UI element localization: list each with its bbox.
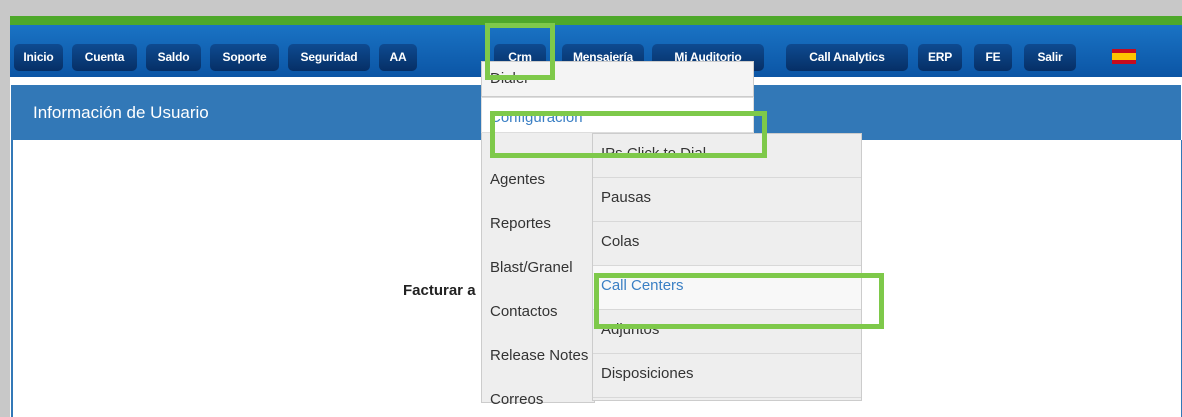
submenu-item-colas[interactable]: Colas xyxy=(593,222,861,266)
menu-item-reportes[interactable]: Reportes xyxy=(482,202,594,238)
menu-item-blast-granel[interactable]: Blast/Granel xyxy=(482,246,594,282)
nav-saldo-button[interactable]: Saldo xyxy=(146,44,201,71)
top-green-strip xyxy=(10,16,1182,25)
submenu-item-adjuntos[interactable]: Adjuntos xyxy=(593,310,861,354)
menu-item-correos[interactable]: Correos xyxy=(482,378,594,414)
menu-item-release-notes[interactable]: Release Notes xyxy=(482,334,594,370)
nav-seguridad-button[interactable]: Seguridad xyxy=(288,44,370,71)
nav-aa-button[interactable]: AA xyxy=(379,44,417,71)
menu-item-agentes[interactable]: Agentes xyxy=(482,158,594,194)
nav-inicio-button[interactable]: Inicio xyxy=(14,44,63,71)
nav-call-analytics-button[interactable]: Call Analytics xyxy=(786,44,908,71)
configuracion-submenu: IPs Click to Dial Pausas Colas Call Cent… xyxy=(592,133,862,401)
nav-erp-button[interactable]: ERP xyxy=(918,44,962,71)
menu-item-configuracion[interactable]: Configuración xyxy=(481,97,754,133)
menu-item-dialer[interactable]: Dialer xyxy=(481,61,754,97)
nav-salir-button[interactable]: Salir xyxy=(1024,44,1076,71)
submenu-item-ips-click-to-dial[interactable]: IPs Click to Dial xyxy=(593,134,861,178)
nav-fe-button[interactable]: FE xyxy=(974,44,1012,71)
nav-soporte-button[interactable]: Soporte xyxy=(210,44,279,71)
submenu-item-pausas[interactable]: Pausas xyxy=(593,178,861,222)
facturar-label: Facturar a xyxy=(403,282,476,299)
menu-item-contactos[interactable]: Contactos xyxy=(482,290,594,326)
submenu-item-call-centers[interactable]: Call Centers xyxy=(593,266,861,310)
panel-title: Información de Usuario xyxy=(33,103,209,122)
spain-flag-icon[interactable] xyxy=(1112,49,1136,64)
nav-cuenta-button[interactable]: Cuenta xyxy=(72,44,137,71)
submenu-item-disposiciones[interactable]: Disposiciones xyxy=(593,354,861,398)
